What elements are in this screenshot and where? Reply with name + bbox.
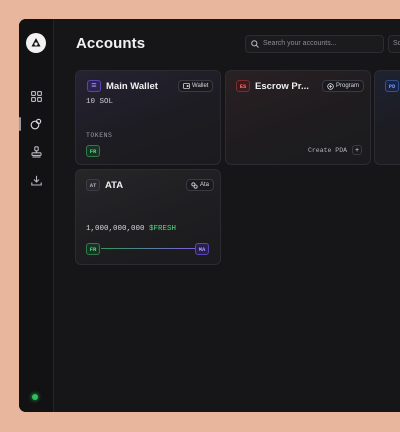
wallet-type-label: Wallet [192, 83, 209, 89]
secondary-search-input[interactable]: Sc [388, 35, 400, 53]
plus-icon[interactable]: + [352, 145, 362, 155]
search-placeholder: Search your accounts... [263, 40, 337, 47]
wallet-balance: 10 SOL [86, 98, 114, 106]
download-icon [30, 175, 42, 186]
card-title: Escrow Pr... [255, 81, 309, 92]
search-icon [251, 40, 259, 48]
page-title: Accounts [76, 35, 146, 52]
account-card-pd[interactable]: PD [374, 70, 400, 165]
flow-from-badge[interactable]: FR [86, 243, 100, 255]
program-type-tag: Program [322, 80, 365, 92]
nav-import[interactable] [19, 169, 53, 191]
accounts-icon [30, 118, 42, 130]
grid-icon [30, 90, 42, 102]
ata-type-label: Ata [200, 182, 210, 188]
flow-connector-line [101, 248, 195, 249]
program-icon [327, 82, 334, 90]
token-symbol: $FRESH [149, 225, 177, 233]
token-amount-row: 1,000,000,000 $FRESH [86, 225, 176, 233]
wallet-type-badge: ≡ [87, 80, 101, 92]
wallet-type-tag: Wallet [178, 80, 214, 92]
program-type-label: Program [336, 83, 360, 89]
ata-type-tag: Ata [186, 179, 215, 191]
wallet-icon [183, 83, 190, 89]
logo-icon[interactable] [26, 33, 46, 53]
stamp-icon [30, 146, 42, 158]
account-card-ata[interactable]: AT ATA Ata 1,000,000,000 $FRESH FR MA [75, 169, 221, 265]
pd-type-badge: PD [385, 80, 399, 92]
escrow-type-badge: ES [236, 80, 250, 92]
account-card-escrow[interactable]: ES Escrow Pr... Program Create PDA + [225, 70, 371, 165]
tokens-label: TOKENS [86, 132, 113, 139]
card-title: Main Wallet [106, 81, 158, 92]
ata-type-badge: AT [86, 179, 100, 191]
token-amount: 1,000,000,000 [86, 225, 145, 233]
secondary-search-label: Sc [393, 40, 400, 47]
ata-icon [191, 181, 198, 189]
nav-accounts[interactable] [19, 113, 53, 135]
sidebar [19, 19, 54, 412]
card-title: ATA [105, 180, 124, 191]
flow-to-badge[interactable]: MA [195, 243, 209, 255]
nav-programs[interactable] [19, 141, 53, 163]
create-pda-label[interactable]: Create PDA [308, 147, 347, 154]
token-badge-fr[interactable]: FR [86, 145, 100, 157]
nav-dashboard[interactable] [19, 85, 53, 107]
account-card-main-wallet[interactable]: ≡ Main Wallet Wallet 10 SOL TOKENS FR [75, 70, 221, 165]
app-window: Accounts Search your accounts... Sc ≡ Ma… [19, 19, 400, 412]
connection-status-indicator [32, 394, 38, 400]
search-input[interactable]: Search your accounts... [245, 35, 384, 53]
